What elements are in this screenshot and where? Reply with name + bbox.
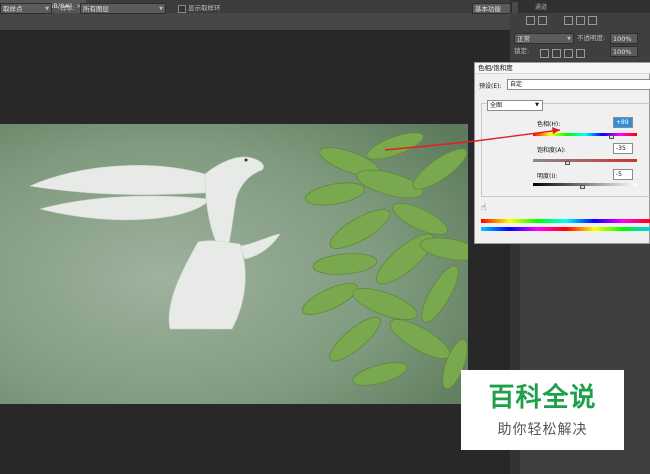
chevron-down-icon: ▼: [567, 36, 571, 42]
input-color-bar: [481, 219, 650, 223]
filter-smart-icon[interactable]: [588, 16, 597, 25]
workspace-value: 基本功能: [475, 5, 501, 13]
options-bar: [0, 13, 510, 31]
filter-adjust-icon[interactable]: [538, 16, 547, 25]
opacity-field[interactable]: 100%: [610, 33, 638, 44]
tool-preset-select[interactable]: 取样点 ▼: [0, 3, 52, 14]
preset-label: 预设(E):: [479, 83, 502, 90]
sample-label: 样本:: [60, 4, 76, 12]
saturation-slider-track[interactable]: [533, 159, 637, 162]
photo-canvas[interactable]: [0, 124, 468, 404]
fill-value: 100%: [613, 48, 632, 56]
tab-layers[interactable]: [512, 2, 518, 13]
filter-text-icon[interactable]: [564, 16, 573, 25]
filter-image-icon[interactable]: [526, 16, 535, 25]
lock-transparent-icon[interactable]: [540, 49, 549, 58]
opacity-value: 100%: [613, 35, 632, 43]
show-ring-checkbox[interactable]: [178, 5, 186, 13]
blend-mode-value: 正常: [517, 35, 530, 43]
sample-select[interactable]: 所有图层 ▼: [80, 3, 166, 14]
lock-move-icon[interactable]: [564, 49, 573, 58]
channel-value: 全图: [490, 102, 503, 109]
preset-value: 自定: [510, 81, 523, 88]
dove-photo: [0, 124, 468, 404]
chevron-down-icon: ▼: [159, 6, 163, 12]
blend-mode-select[interactable]: 正常 ▼: [514, 33, 574, 44]
targeted-adjust-hand-icon[interactable]: ☝: [481, 203, 486, 213]
watermark-title: 百科全说: [488, 383, 597, 413]
opacity-label: 不透明度:: [577, 34, 606, 42]
chevron-down-icon: ▼: [45, 6, 49, 12]
filter-shape-icon[interactable]: [576, 16, 585, 25]
layer-filter-tools: [512, 16, 650, 28]
tab-channels[interactable]: 通道: [532, 2, 550, 13]
fill-field[interactable]: 100%: [610, 46, 638, 57]
lightness-input[interactable]: -5: [613, 169, 633, 180]
lock-all-icon[interactable]: [576, 49, 585, 58]
chevron-down-icon: ▼: [535, 102, 539, 108]
watermark-box: 百科全说 助你轻松解决: [461, 370, 624, 450]
dialog-title: 色相/饱和度: [475, 63, 650, 74]
watermark-subtitle: 助你轻松解决: [497, 422, 588, 438]
panel-tab-strip: [510, 0, 650, 13]
annotation-arrow: [467, 127, 561, 143]
sample-value: 所有图层: [83, 5, 109, 13]
lightness-slider-thumb[interactable]: [580, 185, 586, 189]
saturation-slider-thumb[interactable]: [564, 161, 570, 165]
show-ring-label: 显示取样环: [188, 4, 221, 12]
output-color-bar: [481, 227, 650, 231]
hue-saturation-dialog: 色相/饱和度 预设(E): 自定 全图 ▼ 色相(H): +89 饱和度(A): …: [474, 62, 650, 244]
lightness-label: 明度(I):: [537, 173, 558, 180]
lock-brush-icon[interactable]: [552, 49, 561, 58]
lock-label: 锁定:: [514, 47, 530, 55]
preset-select[interactable]: 自定: [507, 79, 650, 90]
tool-preset-value: 取样点: [3, 5, 23, 13]
